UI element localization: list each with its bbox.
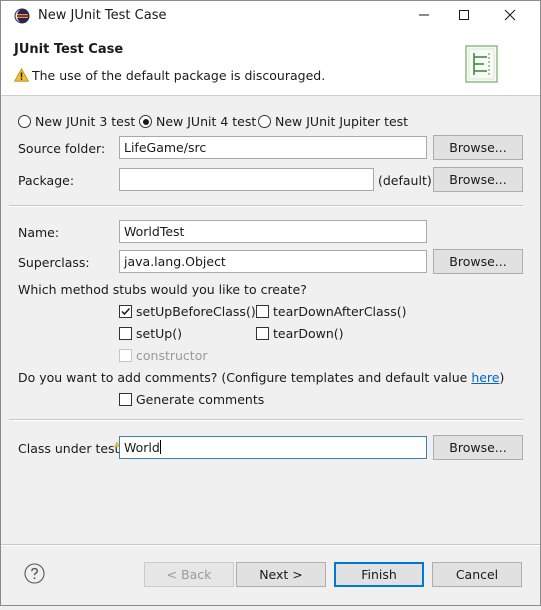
- maximize-icon: [458, 9, 470, 24]
- maximize-button[interactable]: [441, 1, 487, 31]
- help-icon[interactable]: [24, 563, 45, 584]
- comments-question: Do you want to add comments? (Configure …: [18, 370, 504, 385]
- source-folder-input[interactable]: LifeGame/src: [119, 136, 427, 159]
- eclipse-icon: [14, 8, 30, 24]
- separator: [9, 205, 523, 207]
- setup-before-class-label[interactable]: setUpBeforeClass(): [136, 304, 256, 319]
- wizard-message: The use of the default package is discou…: [32, 68, 326, 83]
- title-bar[interactable]: New JUnit Test Case: [1, 1, 540, 31]
- method-stubs-question: Which method stubs would you like to cre…: [18, 282, 307, 297]
- junit-dialog-window: New JUnit Test Case JUnit Test Case The …: [0, 0, 541, 606]
- setup-label[interactable]: setUp(): [136, 326, 182, 341]
- superclass-browse-button[interactable]: Browse...: [433, 249, 523, 274]
- teardown-label[interactable]: tearDown(): [273, 326, 344, 341]
- package-input[interactable]: [119, 168, 374, 191]
- name-label: Name:: [18, 225, 60, 240]
- back-button: < Back: [144, 562, 234, 587]
- setup-before-class-checkbox[interactable]: [119, 305, 132, 318]
- radio-junit4[interactable]: [139, 115, 152, 128]
- setup-checkbox[interactable]: [119, 327, 132, 340]
- separator: [9, 419, 523, 421]
- name-input[interactable]: WorldTest: [119, 220, 427, 243]
- footer-separator: [1, 544, 540, 546]
- warning-icon: [13, 67, 30, 82]
- wizard-header: JUnit Test Case The use of the default p…: [1, 31, 540, 96]
- source-folder-label: Source folder:: [18, 141, 106, 156]
- wizard-title: JUnit Test Case: [14, 42, 124, 57]
- class-under-test-label: Class under test:: [18, 441, 124, 456]
- class-under-test-browse-button[interactable]: Browse...: [433, 435, 523, 460]
- class-under-test-value: World: [124, 440, 160, 455]
- close-button[interactable]: [487, 1, 533, 31]
- teardown-checkbox[interactable]: [256, 327, 269, 340]
- radio-junit3[interactable]: [18, 115, 31, 128]
- minimize-icon: [418, 9, 430, 24]
- comments-question-prefix: Do you want to add comments? (Configure …: [18, 370, 472, 385]
- constructor-label: constructor: [136, 348, 208, 363]
- radio-junit3-label[interactable]: New JUnit 3 test: [35, 114, 135, 129]
- window-title: New JUnit Test Case: [38, 8, 167, 23]
- close-icon: [504, 9, 516, 24]
- cancel-button[interactable]: Cancel: [432, 562, 522, 587]
- superclass-input[interactable]: java.lang.Object: [119, 250, 427, 273]
- teardown-after-class-checkbox[interactable]: [256, 305, 269, 318]
- comments-question-suffix: ): [499, 370, 505, 385]
- constructor-checkbox: [119, 349, 132, 362]
- package-browse-button[interactable]: Browse...: [433, 167, 523, 192]
- configure-templates-link[interactable]: here: [471, 370, 499, 385]
- teardown-after-class-label[interactable]: tearDownAfterClass(): [273, 304, 406, 319]
- package-label: Package:: [18, 173, 75, 188]
- source-folder-browse-button[interactable]: Browse...: [433, 135, 523, 160]
- radio-junit4-label[interactable]: New JUnit 4 test: [156, 114, 256, 129]
- finish-button[interactable]: Finish: [334, 562, 424, 587]
- generate-comments-checkbox[interactable]: [119, 393, 132, 406]
- next-button[interactable]: Next >: [236, 562, 326, 587]
- superclass-label: Superclass:: [18, 255, 90, 270]
- class-under-test-input[interactable]: World: [119, 436, 427, 459]
- text-caret: [159, 440, 161, 454]
- generate-comments-label[interactable]: Generate comments: [136, 392, 264, 407]
- package-default-hint: (default): [378, 173, 432, 188]
- radio-junit-jupiter[interactable]: [258, 115, 271, 128]
- radio-junit-jupiter-label[interactable]: New JUnit Jupiter test: [275, 114, 408, 129]
- junit-wizard-icon: [465, 45, 498, 83]
- checkmark-icon: [121, 307, 131, 316]
